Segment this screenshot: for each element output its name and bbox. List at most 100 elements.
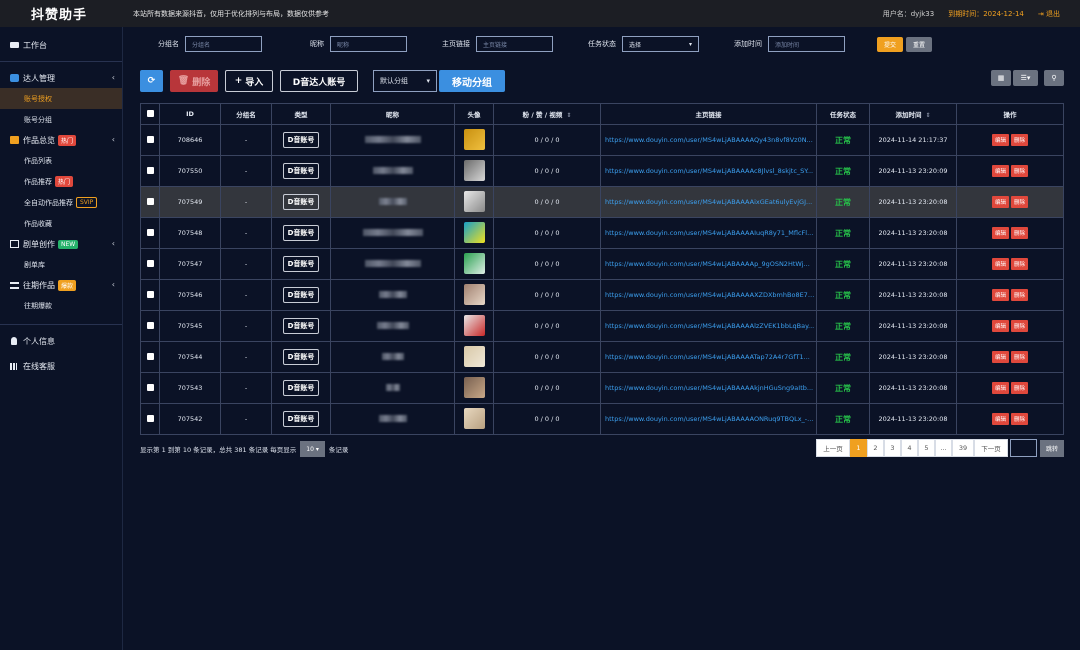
row-checkbox[interactable] [140, 279, 160, 311]
page-size-select[interactable]: 10 ▾ [300, 441, 325, 457]
select-all-checkbox[interactable] [140, 103, 160, 125]
refresh-button[interactable]: ⟳ [140, 70, 163, 92]
delete-row-button[interactable]: 删除 [1011, 351, 1029, 363]
col-stats[interactable]: 粉 / 赞 / 视频 ⇕ [493, 103, 601, 125]
sidebar-item-talent[interactable]: 达人管理 ‹ [0, 68, 122, 88]
search-button[interactable]: ⚲ [1044, 70, 1064, 86]
row-status: 正常 [816, 310, 870, 342]
sidebar-item-account-group[interactable]: 账号分组 [0, 109, 122, 130]
col-ops: 操作 [956, 103, 1064, 125]
sidebar-item-works-list[interactable]: 作品列表 [0, 150, 122, 171]
sidebar-item-script-create[interactable]: 剧单创作 NEW ‹ [0, 234, 122, 254]
group-select[interactable]: 默认分组 ▾ [373, 70, 437, 92]
sidebar-item-works-fav[interactable]: 作品收藏 [0, 213, 122, 234]
delete-row-button[interactable]: 删除 [1011, 320, 1029, 332]
page-1-button[interactable]: 1 [849, 439, 867, 457]
delete-row-button[interactable]: 删除 [1011, 413, 1029, 425]
row-checkbox[interactable] [140, 341, 160, 373]
sidebar-item-workbench[interactable]: 工作台 [0, 35, 122, 55]
reset-button[interactable]: 重置 [906, 36, 932, 52]
row-nick [330, 186, 455, 218]
edit-button[interactable]: 编辑 [991, 382, 1009, 394]
status-ok: 正常 [835, 382, 851, 393]
row-link[interactable]: https://www.douyin.com/user/MS4wLjABAAAA… [600, 341, 817, 373]
row-checkbox[interactable] [140, 155, 160, 187]
col-nick: 昵称 [330, 103, 455, 125]
col-id[interactable]: ID [159, 103, 221, 125]
row-link[interactable]: https://www.douyin.com/user/MS4wLjABAAAA… [600, 403, 817, 435]
import-button[interactable]: + 导入 [225, 70, 273, 92]
row-checkbox[interactable] [140, 372, 160, 404]
row-checkbox[interactable] [140, 248, 160, 280]
move-group-button[interactable]: 移动分组 [439, 70, 505, 92]
delete-button[interactable]: 🗑 删除 [170, 70, 218, 92]
row-checkbox[interactable] [140, 403, 160, 435]
edit-button[interactable]: 编辑 [991, 413, 1009, 425]
row-checkbox[interactable] [140, 310, 160, 342]
row-avatar [454, 155, 494, 187]
page-3-button[interactable]: 3 [883, 439, 901, 457]
time-filter-input[interactable]: 添加时间 [768, 36, 845, 52]
row-checkbox[interactable] [140, 186, 160, 218]
edit-button[interactable]: 编辑 [991, 165, 1009, 177]
prev-page-button[interactable]: 上一页 [815, 439, 850, 457]
row-link[interactable]: https://www.douyin.com/user/MS4wLjABAAAA… [600, 124, 817, 156]
edit-button[interactable]: 编辑 [991, 227, 1009, 239]
group-filter-input[interactable]: 分组名 [185, 36, 262, 52]
sidebar-item-past-works[interactable]: 往期作品 爆款 ‹ [0, 275, 122, 295]
submit-button[interactable]: 提交 [877, 36, 903, 52]
search-icon: ⚲ [1051, 74, 1057, 82]
row-link[interactable]: https://www.douyin.com/user/MS4wLjABAAAA… [600, 248, 817, 280]
type-tag: D音账号 [282, 132, 320, 148]
delete-row-button[interactable]: 删除 [1011, 382, 1029, 394]
sidebar-item-account-auth[interactable]: 账号授权 [0, 88, 122, 109]
page-4-button[interactable]: 4 [900, 439, 918, 457]
row-status: 正常 [816, 186, 870, 218]
row-link[interactable]: https://www.douyin.com/user/MS4wLjABAAAA… [600, 217, 817, 249]
nick-filter-input[interactable]: 昵称 [330, 36, 407, 52]
sidebar-item-auto-recommend[interactable]: 全自动作品推荐 SVIP [0, 192, 122, 213]
list-icon [10, 281, 19, 289]
page-5-button[interactable]: 5 [917, 439, 935, 457]
row-link[interactable]: https://www.douyin.com/user/MS4wLjABAAAA… [600, 372, 817, 404]
page-2-button[interactable]: 2 [866, 439, 884, 457]
sidebar-item-works-recommend[interactable]: 作品推荐 热门 [0, 171, 122, 192]
delete-row-button[interactable]: 删除 [1011, 134, 1029, 146]
dy-account-button[interactable]: D音达人账号 [280, 70, 358, 92]
page-39-button[interactable]: 39 [951, 439, 974, 457]
delete-row-button[interactable]: 删除 [1011, 258, 1029, 270]
row-time: 2024-11-13 23:20:08 [869, 310, 957, 342]
columns-button[interactable]: ☰▾ [1013, 70, 1038, 86]
sidebar-item-script-lib[interactable]: 剧单库 [0, 254, 122, 275]
edit-button[interactable]: 编辑 [991, 134, 1009, 146]
delete-row-button[interactable]: 删除 [1011, 165, 1029, 177]
sidebar-item-personal[interactable]: 个人信息 [0, 331, 122, 351]
edit-button[interactable]: 编辑 [991, 196, 1009, 208]
delete-row-button[interactable]: 删除 [1011, 227, 1029, 239]
sidebar-item-works-overview[interactable]: 作品总览 热门 ‹ [0, 130, 122, 150]
sidebar-item-past-boom[interactable]: 往期爆款 [0, 295, 122, 316]
edit-button[interactable]: 编辑 [991, 258, 1009, 270]
table-view-button[interactable]: ▦ [991, 70, 1011, 86]
row-checkbox[interactable] [140, 124, 160, 156]
jump-page-input[interactable] [1009, 439, 1037, 457]
status-filter-select[interactable]: 选择 ▾ [622, 36, 699, 52]
edit-button[interactable]: 编辑 [991, 289, 1009, 301]
sidebar-item-service[interactable]: 在线客服 [0, 356, 122, 376]
row-link[interactable]: https://www.douyin.com/user/MS4wLjABAAAA… [600, 186, 817, 218]
delete-row-button[interactable]: 删除 [1011, 289, 1029, 301]
row-link[interactable]: https://www.douyin.com/user/MS4wLjABAAAA… [600, 155, 817, 187]
link-filter-input[interactable]: 主页链接 [476, 36, 553, 52]
logout-link[interactable]: ⇥ 退出 [1038, 9, 1060, 19]
edit-button[interactable]: 编辑 [991, 351, 1009, 363]
col-time[interactable]: 添加时间 ⇕ [869, 103, 957, 125]
next-page-button[interactable]: 下一页 [973, 439, 1008, 457]
jump-button[interactable]: 跳转 [1039, 439, 1064, 457]
row-link[interactable]: https://www.douyin.com/user/MS4wLjABAAAA… [600, 279, 817, 311]
row-nick [330, 372, 455, 404]
row-checkbox[interactable] [140, 217, 160, 249]
edit-button[interactable]: 编辑 [991, 320, 1009, 332]
row-link[interactable]: https://www.douyin.com/user/MS4wLjABAAAA… [600, 310, 817, 342]
table-row: 707544- D音账号 0 / 0 / 0 https://www.douyin.c… [140, 341, 1064, 373]
delete-row-button[interactable]: 删除 [1011, 196, 1029, 208]
